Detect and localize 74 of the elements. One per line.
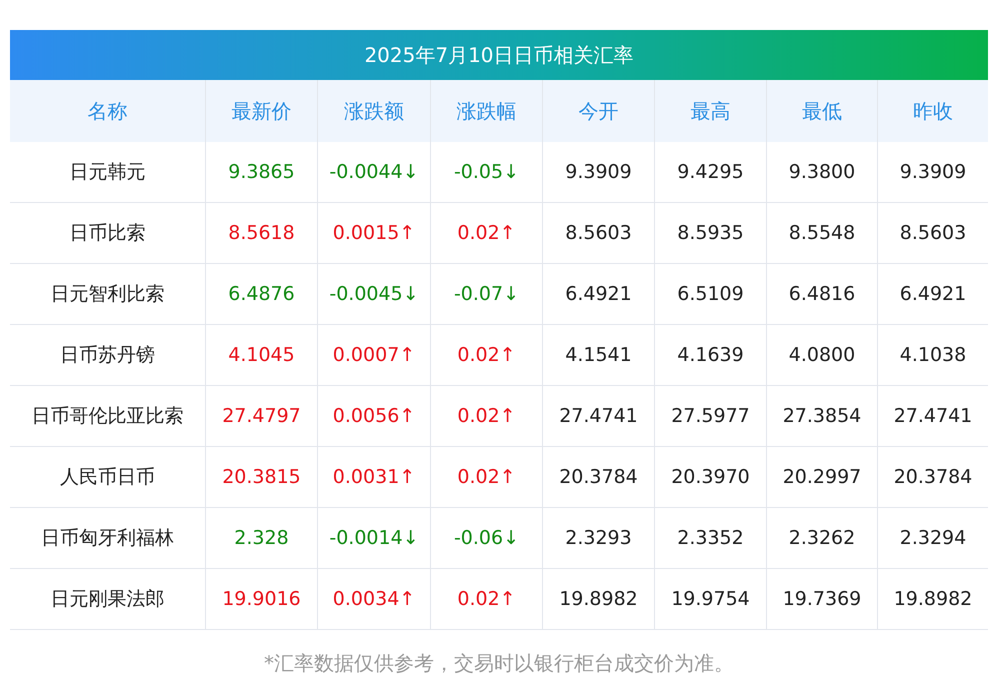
table-cell: 日元智利比索 bbox=[10, 264, 205, 325]
table-cell: 20.2997 bbox=[766, 447, 877, 508]
table-cell: 日币匈牙利福林 bbox=[10, 508, 205, 569]
table-cell: 2.3262 bbox=[766, 508, 877, 569]
column-header: 最低 bbox=[766, 80, 877, 142]
table-cell: 0.02↑ bbox=[430, 447, 542, 508]
table-cell: 20.3970 bbox=[654, 447, 766, 508]
table-cell: 19.9754 bbox=[654, 569, 766, 630]
table-cell: -0.0044↓ bbox=[317, 142, 430, 203]
column-header: 昨收 bbox=[877, 80, 988, 142]
table-cell: 0.02↑ bbox=[430, 203, 542, 264]
table-cell: 8.5618 bbox=[205, 203, 317, 264]
column-header: 最高 bbox=[654, 80, 766, 142]
table-cell: 27.4741 bbox=[542, 386, 654, 447]
table-cell: 6.4921 bbox=[542, 264, 654, 325]
table-cell: 4.1639 bbox=[654, 325, 766, 386]
table-cell: -0.05↓ bbox=[430, 142, 542, 203]
table-cell: 4.0800 bbox=[766, 325, 877, 386]
column-header: 名称 bbox=[10, 80, 205, 142]
table-cell: 0.0015↑ bbox=[317, 203, 430, 264]
footnote: *汇率数据仅供参考，交易时以银行柜台成交价为准。 bbox=[263, 650, 735, 677]
table-cell: 27.4797 bbox=[205, 386, 317, 447]
table-cell: 9.3909 bbox=[877, 142, 988, 203]
table-cell: 4.1038 bbox=[877, 325, 988, 386]
column-header: 今开 bbox=[542, 80, 654, 142]
table-cell: -0.07↓ bbox=[430, 264, 542, 325]
table-cell: 0.0034↑ bbox=[317, 569, 430, 630]
table-cell: 20.3784 bbox=[877, 447, 988, 508]
table-cell: 6.4876 bbox=[205, 264, 317, 325]
table-cell: 日币苏丹镑 bbox=[10, 325, 205, 386]
table-cell: 人民币日币 bbox=[10, 447, 205, 508]
table-cell: 2.3293 bbox=[542, 508, 654, 569]
table-cell: 19.9016 bbox=[205, 569, 317, 630]
table-cell: 6.4816 bbox=[766, 264, 877, 325]
table-cell: 27.3854 bbox=[766, 386, 877, 447]
table-cell: 6.5109 bbox=[654, 264, 766, 325]
table-cell: 2.328 bbox=[205, 508, 317, 569]
table-title: 2025年7月10日日币相关汇率 bbox=[10, 30, 988, 80]
table-cell: 27.4741 bbox=[877, 386, 988, 447]
table-cell: 0.02↑ bbox=[430, 569, 542, 630]
table-cell: 2.3294 bbox=[877, 508, 988, 569]
table-cell: 19.7369 bbox=[766, 569, 877, 630]
column-header: 涨跌额 bbox=[317, 80, 430, 142]
table-cell: 19.8982 bbox=[542, 569, 654, 630]
table-cell: -0.06↓ bbox=[430, 508, 542, 569]
table-cell: 0.0007↑ bbox=[317, 325, 430, 386]
table-cell: 0.0031↑ bbox=[317, 447, 430, 508]
table-cell: 9.3909 bbox=[542, 142, 654, 203]
table-cell: 9.4295 bbox=[654, 142, 766, 203]
table-cell: 日币哥伦比亚比索 bbox=[10, 386, 205, 447]
table-cell: 日币比索 bbox=[10, 203, 205, 264]
table-cell: 0.0056↑ bbox=[317, 386, 430, 447]
table-cell: 8.5548 bbox=[766, 203, 877, 264]
table-cell: -0.0014↓ bbox=[317, 508, 430, 569]
table-cell: 日元刚果法郎 bbox=[10, 569, 205, 630]
table-cell: 19.8982 bbox=[877, 569, 988, 630]
table-cell: 日元韩元 bbox=[10, 142, 205, 203]
table-cell: 4.1045 bbox=[205, 325, 317, 386]
table-cell: 27.5977 bbox=[654, 386, 766, 447]
table-cell: 20.3784 bbox=[542, 447, 654, 508]
column-header: 涨跌幅 bbox=[430, 80, 542, 142]
table-cell: -0.0045↓ bbox=[317, 264, 430, 325]
column-header: 最新价 bbox=[205, 80, 317, 142]
table-cell: 6.4921 bbox=[877, 264, 988, 325]
table-cell: 8.5935 bbox=[654, 203, 766, 264]
table-cell: 9.3865 bbox=[205, 142, 317, 203]
table-cell: 0.02↑ bbox=[430, 325, 542, 386]
table-cell: 2.3352 bbox=[654, 508, 766, 569]
table-cell: 8.5603 bbox=[542, 203, 654, 264]
table-cell: 4.1541 bbox=[542, 325, 654, 386]
table-cell: 8.5603 bbox=[877, 203, 988, 264]
table-cell: 9.3800 bbox=[766, 142, 877, 203]
table-cell: 20.3815 bbox=[205, 447, 317, 508]
table-cell: 0.02↑ bbox=[430, 386, 542, 447]
